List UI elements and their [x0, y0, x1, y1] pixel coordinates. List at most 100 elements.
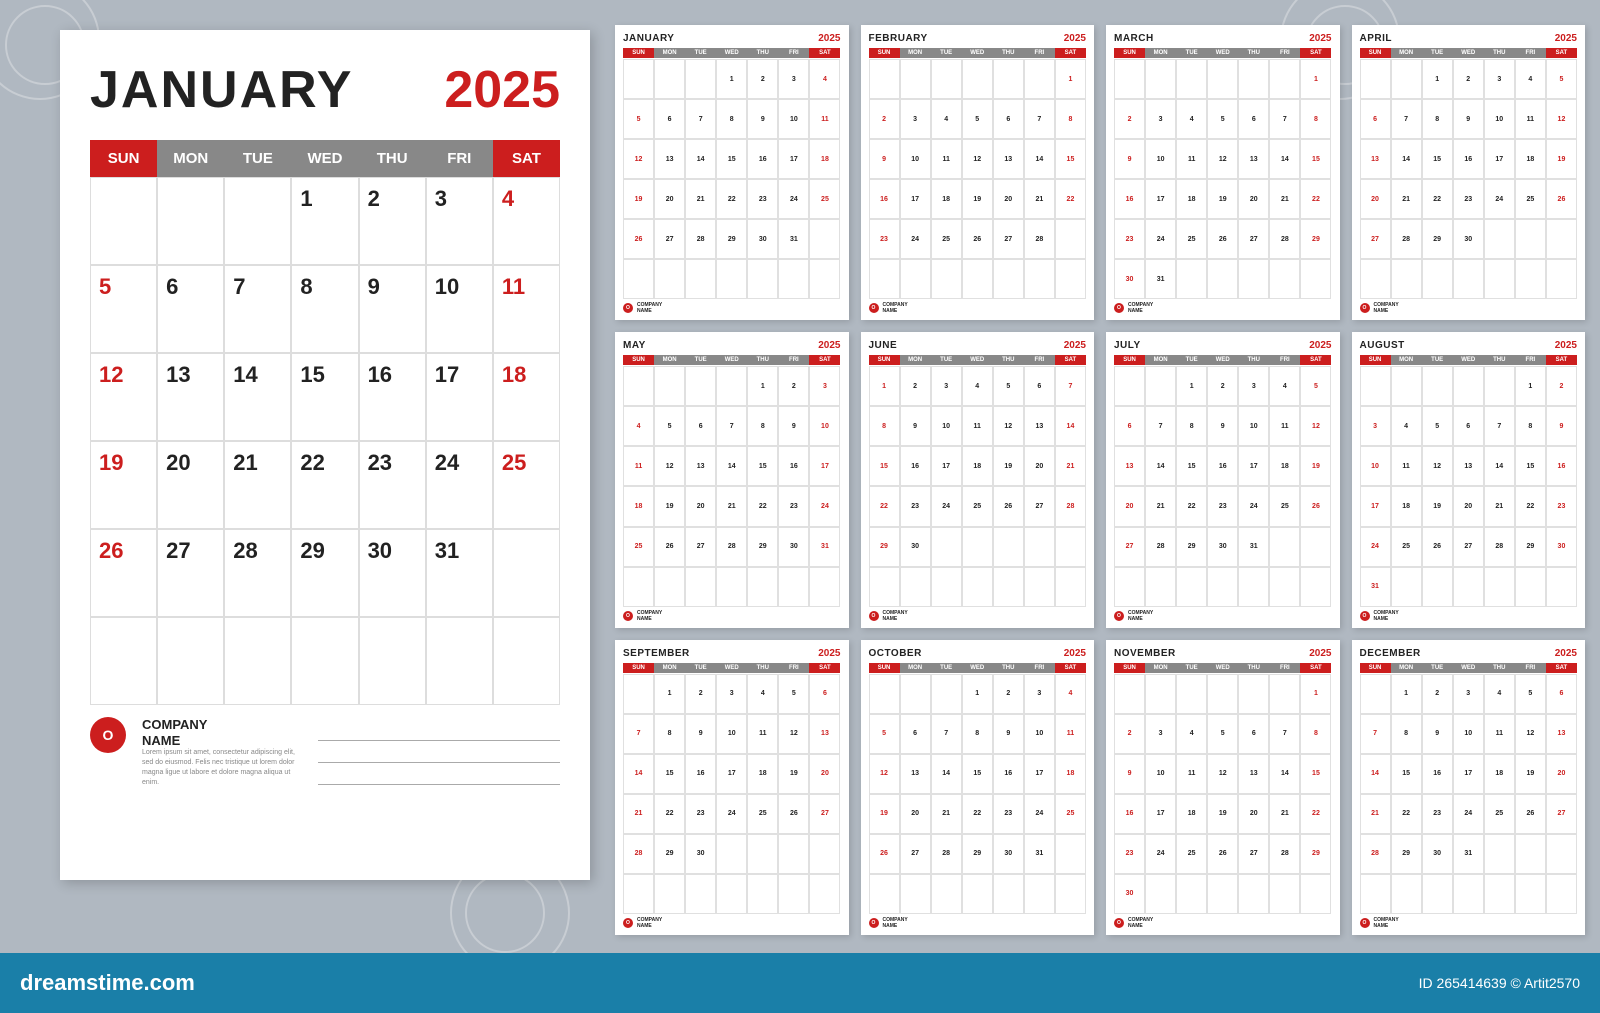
main-day-24: 24 — [426, 441, 493, 529]
main-month-name: JANUARY — [90, 60, 353, 120]
small-cal-header-2: MARCH 2025 — [1114, 33, 1332, 44]
footer-line-2 — [318, 747, 560, 763]
small-year-7: 2025 — [1555, 340, 1577, 351]
main-day-10: 10 — [426, 265, 493, 353]
small-cal-march: MARCH 2025 SUN MON TUE WED THU FRI SAT 1… — [1106, 25, 1340, 320]
small-days-grid-11: 1234567891011121314151617181920212223242… — [1360, 674, 1578, 914]
small-cal-header-8: SEPTEMBER 2025 — [623, 648, 841, 659]
main-day-empty — [157, 177, 224, 265]
main-day-empty — [90, 177, 157, 265]
small-cal-header-11: DECEMBER 2025 — [1360, 648, 1578, 659]
main-day-5: 5 — [90, 265, 157, 353]
small-year-8: 2025 — [818, 648, 840, 659]
main-day-25: 25 — [493, 441, 560, 529]
small-cal-footer-2: O COMPANYNAME — [1114, 302, 1332, 314]
small-cal-may: MAY 2025 SUN MON TUE WED THU FRI SAT 123… — [615, 332, 849, 627]
small-day-headers-9: SUN MON TUE WED THU FRI SAT — [869, 663, 1087, 673]
main-calendar-grid: SUN MON TUE WED THU FRI SAT 1 2 3 4 5 6 … — [90, 140, 560, 705]
small-cal-footer-11: O COMPANYNAME — [1360, 917, 1578, 929]
small-days-grid-4: 1234567891011121314151617181920212223242… — [623, 366, 841, 606]
main-calendar-footer: O COMPANYNAME Lorem ipsum sit amet, cons… — [90, 717, 560, 787]
company-name-text: COMPANYNAME Lorem ipsum sit amet, consec… — [142, 717, 302, 787]
main-day-23: 23 — [359, 441, 426, 529]
main-day-2: 2 — [359, 177, 426, 265]
small-day-headers-2: SUN MON TUE WED THU FRI SAT — [1114, 48, 1332, 58]
main-day-empty — [493, 529, 560, 617]
small-days-grid-9: 1234567891011121314151617181920212223242… — [869, 674, 1087, 914]
main-day-4: 4 — [493, 177, 560, 265]
main-day-20: 20 — [157, 441, 224, 529]
small-cal-header-3: APRIL 2025 — [1360, 33, 1578, 44]
small-calendars-grid: JANUARY 2025 SUN MON TUE WED THU FRI SAT… — [615, 25, 1585, 935]
main-day-3: 3 — [426, 177, 493, 265]
small-year-10: 2025 — [1309, 648, 1331, 659]
main-day-empty — [224, 617, 291, 705]
main-day-headers: SUN MON TUE WED THU FRI SAT — [90, 140, 560, 177]
small-cal-header-0: JANUARY 2025 — [623, 33, 841, 44]
small-days-grid-10: 1234567891011121314151617181920212223242… — [1114, 674, 1332, 914]
small-days-grid-5: 1234567891011121314151617181920212223242… — [869, 366, 1087, 606]
small-month-11: DECEMBER — [1360, 648, 1421, 659]
small-cal-footer-10: O COMPANYNAME — [1114, 917, 1332, 929]
small-cal-header-10: NOVEMBER 2025 — [1114, 648, 1332, 659]
small-cal-april: APRIL 2025 SUN MON TUE WED THU FRI SAT 1… — [1352, 25, 1586, 320]
small-day-headers-4: SUN MON TUE WED THU FRI SAT — [623, 355, 841, 365]
main-day-empty — [493, 617, 560, 705]
main-day-17: 17 — [426, 353, 493, 441]
small-cal-february: FEBRUARY 2025 SUN MON TUE WED THU FRI SA… — [861, 25, 1095, 320]
small-cal-footer-1: O COMPANYNAME — [869, 302, 1087, 314]
small-days-grid-2: 1234567891011121314151617181920212223242… — [1114, 59, 1332, 299]
small-cal-header-7: AUGUST 2025 — [1360, 340, 1578, 351]
main-day-19: 19 — [90, 441, 157, 529]
main-day-empty — [224, 177, 291, 265]
main-day-14: 14 — [224, 353, 291, 441]
small-day-headers-5: SUN MON TUE WED THU FRI SAT — [869, 355, 1087, 365]
main-day-11: 11 — [493, 265, 560, 353]
main-day-15: 15 — [291, 353, 358, 441]
small-day-headers-0: SUN MON TUE WED THU FRI SAT — [623, 48, 841, 58]
small-days-grid-1: 1234567891011121314151617181920212223242… — [869, 59, 1087, 299]
small-month-1: FEBRUARY — [869, 33, 928, 44]
small-cal-november: NOVEMBER 2025 SUN MON TUE WED THU FRI SA… — [1106, 640, 1340, 935]
small-year-6: 2025 — [1309, 340, 1331, 351]
small-year-3: 2025 — [1555, 33, 1577, 44]
main-day-empty — [359, 617, 426, 705]
small-cal-june: JUNE 2025 SUN MON TUE WED THU FRI SAT 12… — [861, 332, 1095, 627]
small-year-1: 2025 — [1064, 33, 1086, 44]
dreamstime-logo-text: dreamstime.com — [20, 970, 195, 996]
main-day-31: 31 — [426, 529, 493, 617]
main-day-7: 7 — [224, 265, 291, 353]
header-mon: MON — [157, 140, 224, 177]
small-day-headers-8: SUN MON TUE WED THU FRI SAT — [623, 663, 841, 673]
small-month-9: OCTOBER — [869, 648, 922, 659]
main-days-grid: 1 2 3 4 5 6 7 8 9 10 11 12 13 14 15 16 1… — [90, 177, 560, 705]
small-month-3: APRIL — [1360, 33, 1393, 44]
main-day-18: 18 — [493, 353, 560, 441]
dreamstime-image-id: ID 265414639 © Artit2570 — [1419, 975, 1580, 991]
small-month-10: NOVEMBER — [1114, 648, 1176, 659]
small-cal-october: OCTOBER 2025 SUN MON TUE WED THU FRI SAT… — [861, 640, 1095, 935]
company-logo: O — [90, 717, 126, 753]
small-cal-header-1: FEBRUARY 2025 — [869, 33, 1087, 44]
main-day-22: 22 — [291, 441, 358, 529]
small-cal-header-5: JUNE 2025 — [869, 340, 1087, 351]
main-day-29: 29 — [291, 529, 358, 617]
main-day-21: 21 — [224, 441, 291, 529]
small-year-9: 2025 — [1064, 648, 1086, 659]
main-day-30: 30 — [359, 529, 426, 617]
main-day-26: 26 — [90, 529, 157, 617]
small-cal-september: SEPTEMBER 2025 SUN MON TUE WED THU FRI S… — [615, 640, 849, 935]
small-cal-header-4: MAY 2025 — [623, 340, 841, 351]
small-month-7: AUGUST — [1360, 340, 1405, 351]
small-month-2: MARCH — [1114, 33, 1154, 44]
small-cal-header-6: JULY 2025 — [1114, 340, 1332, 351]
main-day-12: 12 — [90, 353, 157, 441]
small-days-grid-0: 1234567891011121314151617181920212223242… — [623, 59, 841, 299]
main-day-8: 8 — [291, 265, 358, 353]
header-fri: FRI — [426, 140, 493, 177]
small-days-grid-8: 1234567891011121314151617181920212223242… — [623, 674, 841, 914]
small-year-5: 2025 — [1064, 340, 1086, 351]
small-cal-footer-5: O COMPANYNAME — [869, 610, 1087, 622]
main-day-28: 28 — [224, 529, 291, 617]
small-cal-footer-9: O COMPANYNAME — [869, 917, 1087, 929]
